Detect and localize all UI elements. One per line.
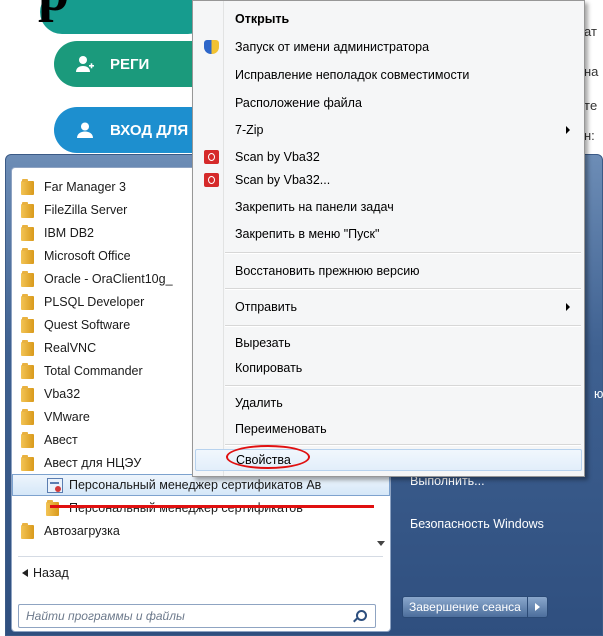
folder-icon bbox=[21, 247, 34, 264]
vba32-icon bbox=[204, 150, 219, 164]
menu-item-delete[interactable]: Удалить bbox=[195, 392, 582, 414]
submenu-arrow-icon bbox=[566, 126, 570, 134]
login-button-label: ВХОД ДЛЯ bbox=[110, 121, 189, 139]
program-item-label: Автозагрузка bbox=[44, 523, 120, 538]
list-scroll-down[interactable] bbox=[375, 486, 387, 546]
menu-item-cut[interactable]: Вырезать bbox=[195, 332, 582, 354]
red-underline-annotation bbox=[50, 505, 374, 508]
folder-icon bbox=[21, 385, 34, 402]
user-add-icon bbox=[74, 53, 96, 75]
folder-icon bbox=[21, 293, 34, 310]
menu-item-label: Запуск от имени администратора bbox=[235, 40, 430, 54]
menu-item-label: Закрепить на панели задач bbox=[235, 200, 394, 214]
program-item-label: FileZilla Server bbox=[44, 202, 128, 217]
back-label: Назад bbox=[33, 566, 69, 580]
back-button[interactable]: Назад bbox=[22, 566, 69, 580]
folder-icon bbox=[21, 270, 34, 287]
menu-item-label: Вырезать bbox=[235, 336, 291, 350]
divider bbox=[18, 556, 383, 557]
right-text-fragment: на bbox=[584, 64, 599, 79]
program-item-label: Quest Software bbox=[44, 317, 131, 332]
menu-item-open[interactable]: Открыть bbox=[195, 8, 582, 30]
program-item-label: Far Manager 3 bbox=[44, 179, 126, 194]
program-item-label: Авест для НЦЭУ bbox=[44, 455, 142, 470]
menu-item-restore-previous[interactable]: Восстановить прежнюю версию bbox=[195, 260, 582, 282]
folder-icon bbox=[21, 316, 34, 333]
shutdown-arrow-icon bbox=[534, 603, 540, 611]
user-icon bbox=[74, 119, 96, 141]
certificate-manager-icon bbox=[47, 477, 63, 493]
program-item-selected[interactable]: Персональный менеджер сертификатов Ав bbox=[12, 474, 390, 496]
menu-item-scan-vba32-dialog[interactable]: Scan by Vba32... bbox=[195, 169, 582, 191]
shutdown-options-button[interactable] bbox=[527, 596, 548, 618]
shutdown-label: Завершение сеанса bbox=[409, 600, 521, 614]
folder-icon bbox=[21, 339, 34, 356]
folder-icon bbox=[21, 408, 34, 425]
program-item-label: RealVNC bbox=[44, 340, 97, 355]
context-menu: Открыть Запуск от имени администратора И… bbox=[192, 0, 585, 477]
menu-item-label: Расположение файла bbox=[235, 96, 362, 110]
menu-item-label: Закрепить в меню "Пуск" bbox=[235, 227, 380, 241]
program-item-label: Vba32 bbox=[44, 386, 81, 401]
right-pane-fragment: ю bbox=[594, 387, 603, 401]
menu-item-pin-start[interactable]: Закрепить в меню "Пуск" bbox=[195, 223, 582, 245]
right-text-fragment: тe bbox=[584, 98, 598, 113]
vba32-icon bbox=[204, 173, 219, 187]
menu-separator bbox=[225, 252, 581, 254]
folder-icon bbox=[21, 178, 34, 195]
menu-item-send-to[interactable]: Отправить bbox=[195, 296, 582, 318]
scroll-down-arrow-icon bbox=[377, 541, 385, 546]
register-button-label: РЕГИ bbox=[110, 55, 150, 73]
program-item-label: PLSQL Developer bbox=[44, 294, 145, 309]
menu-item-label: Копировать bbox=[235, 361, 303, 375]
right-text-fragment: н: bbox=[584, 128, 595, 143]
search-icon[interactable] bbox=[356, 610, 367, 621]
menu-item-troubleshoot-compatibility[interactable]: Исправление неполадок совместимости bbox=[195, 64, 582, 86]
program-item-label: Total Commander bbox=[44, 363, 143, 378]
program-item-label: IBM DB2 bbox=[44, 225, 95, 240]
folder-icon bbox=[21, 431, 34, 448]
menu-item-file-location[interactable]: Расположение файла bbox=[195, 92, 582, 114]
heading-fragment-left: р bbox=[38, 0, 70, 23]
submenu-arrow-icon bbox=[566, 303, 570, 311]
menu-item-rename[interactable]: Переименовать bbox=[195, 418, 582, 440]
menu-item-label: Исправление неполадок совместимости bbox=[235, 68, 470, 82]
menu-item-scan-vba32[interactable]: Scan by Vba32 bbox=[195, 146, 582, 168]
menu-item-label: 7-Zip bbox=[235, 123, 264, 137]
menu-item-label: Открыть bbox=[235, 12, 290, 26]
folder-icon bbox=[21, 224, 34, 241]
search-box[interactable] bbox=[18, 604, 376, 628]
program-item-label: VMware bbox=[44, 409, 90, 424]
menu-item-label: Удалить bbox=[235, 396, 283, 410]
folder-icon bbox=[21, 522, 34, 539]
folder-icon bbox=[21, 201, 34, 218]
menu-item-label: Scan by Vba32... bbox=[235, 173, 331, 187]
program-item-label: Oracle - OraClient10g_ bbox=[44, 271, 173, 286]
red-circle-annotation bbox=[226, 445, 310, 469]
program-item-label: Microsoft Office bbox=[44, 248, 131, 263]
windows-security-item[interactable]: Безопасность Windows bbox=[410, 517, 544, 531]
uac-shield-icon bbox=[204, 40, 219, 54]
program-item-label: Авест bbox=[44, 432, 78, 447]
menu-item-label: Scan by Vba32 bbox=[235, 150, 320, 164]
menu-item-pin-taskbar[interactable]: Закрепить на панели задач bbox=[195, 196, 582, 218]
right-text-fragment: ат bbox=[584, 24, 597, 39]
menu-separator bbox=[225, 288, 581, 290]
folder-icon bbox=[21, 454, 34, 471]
shutdown-group: Завершение сеанса bbox=[402, 596, 548, 618]
search-input[interactable] bbox=[26, 609, 346, 623]
menu-separator bbox=[225, 325, 581, 327]
menu-item-run-as-admin[interactable]: Запуск от имени администратора bbox=[195, 36, 582, 58]
menu-item-7zip[interactable]: 7-Zip bbox=[195, 119, 582, 141]
shutdown-button[interactable]: Завершение сеанса bbox=[402, 596, 528, 618]
back-arrow-icon bbox=[22, 569, 28, 577]
program-item[interactable]: Автозагрузка bbox=[12, 519, 390, 542]
folder-icon bbox=[21, 362, 34, 379]
menu-item-label: Отправить bbox=[235, 300, 297, 314]
menu-item-label: Восстановить прежнюю версию bbox=[235, 264, 420, 278]
menu-separator bbox=[225, 385, 581, 387]
menu-item-copy[interactable]: Копировать bbox=[195, 357, 582, 379]
menu-item-label: Переименовать bbox=[235, 422, 327, 436]
program-item-label: Персональный менеджер сертификатов Ав bbox=[69, 478, 322, 492]
